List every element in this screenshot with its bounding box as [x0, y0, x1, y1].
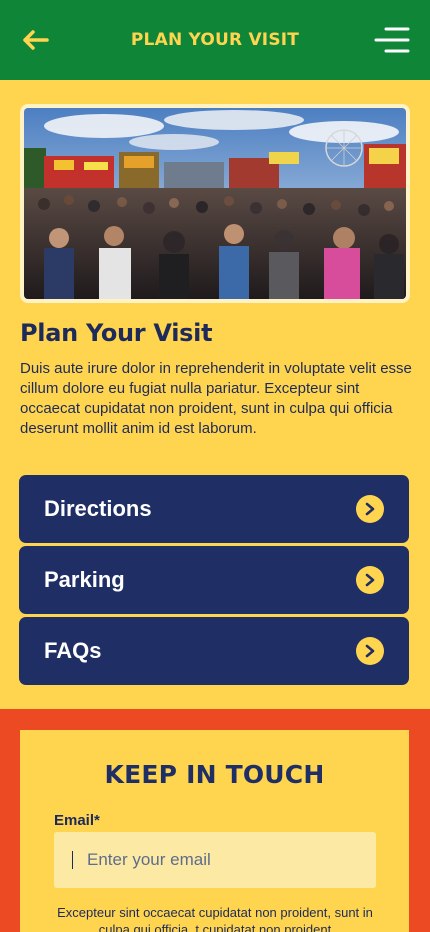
- chevron-right-circle-icon: [356, 637, 384, 665]
- chevron-right-circle-icon: [356, 566, 384, 594]
- email-label: Email*: [54, 812, 100, 829]
- chevron-right-circle-icon: [356, 495, 384, 523]
- newsletter-fine-print: Excepteur sint occaecat cupidatat non pr…: [57, 905, 373, 932]
- fairground-crowd-photo: [24, 108, 406, 299]
- faqs-label: FAQs: [44, 638, 102, 663]
- header-title: PLAN YOUR VISIT: [130, 30, 300, 50]
- menu-button[interactable]: [372, 25, 412, 55]
- email-placeholder: Enter your email: [87, 850, 211, 869]
- parking-link[interactable]: Parking: [19, 546, 409, 614]
- arrow-left-icon: [23, 30, 49, 50]
- app-header: PLAN YOUR VISIT: [0, 0, 430, 80]
- hero-frame: [20, 104, 410, 303]
- directions-label: Directions: [44, 496, 152, 521]
- page-title: Plan Your Visit: [20, 319, 213, 347]
- newsletter-section: KEEP IN TOUCH Email* Enter your email Ex…: [0, 709, 430, 932]
- intro-paragraph: Duis aute irure dolor in reprehenderit i…: [20, 360, 412, 437]
- email-field[interactable]: Enter your email: [54, 832, 376, 888]
- back-button[interactable]: [18, 24, 52, 56]
- newsletter-card: KEEP IN TOUCH Email* Enter your email Ex…: [20, 730, 409, 932]
- parking-label: Parking: [44, 567, 125, 592]
- newsletter-title: KEEP IN TOUCH: [104, 760, 325, 789]
- text-cursor: [72, 851, 73, 869]
- faqs-link[interactable]: FAQs: [19, 617, 409, 685]
- directions-link[interactable]: Directions: [19, 475, 409, 543]
- hamburger-menu-icon: [374, 27, 410, 53]
